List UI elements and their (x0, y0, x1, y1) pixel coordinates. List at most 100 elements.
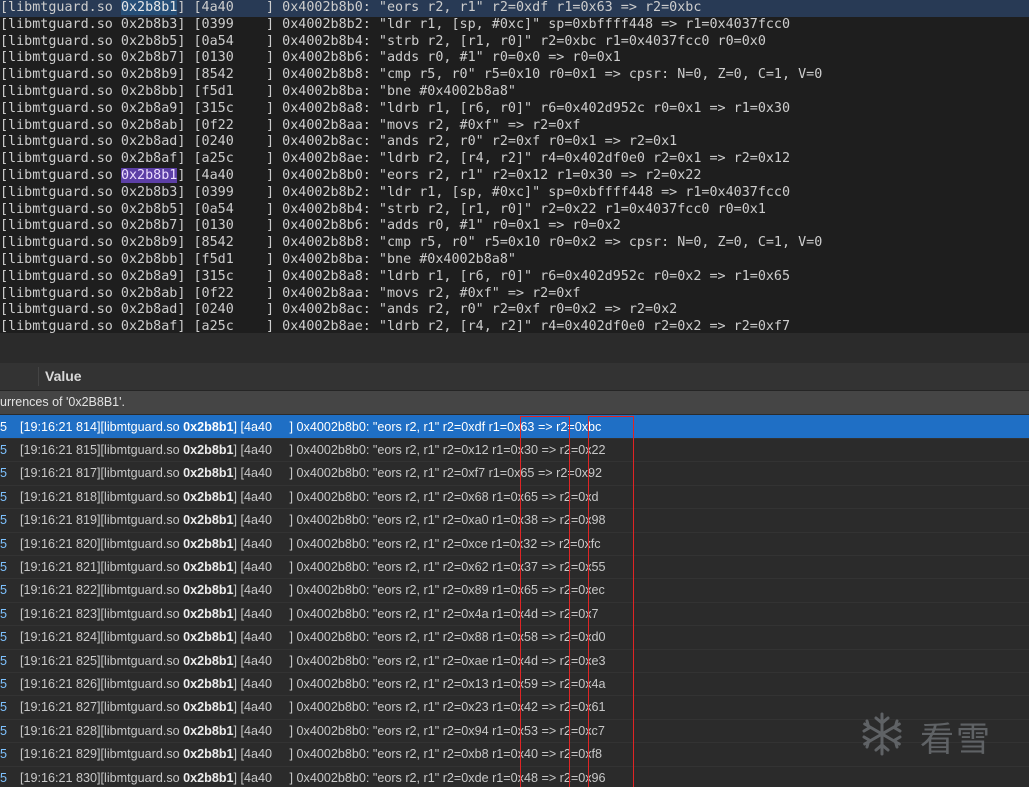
result-row-number: 5 (0, 606, 8, 621)
trace-line-text: [libmtguard.so 0x2b8b5] [0a54 ] 0x4002b8… (0, 33, 766, 49)
result-timestamp: [19:16:21 821] (20, 559, 101, 574)
trace-line[interactable]: [libmtguard.so 0x2b8b3] [0399 ] 0x4002b8… (0, 185, 1029, 202)
result-instruction: ] [4a40 ] 0x4002b8b0: "eors r2, r1" (233, 606, 443, 621)
trace-line[interactable]: [libmtguard.so 0x2b8ad] [0240 ] 0x4002b8… (0, 134, 1029, 151)
column-header-value[interactable]: Value (45, 368, 82, 384)
result-r1-value: r1=0x48 (488, 770, 538, 785)
result-output-value: => r2=0xd0 (537, 630, 606, 645)
trace-line[interactable]: [libmtguard.so 0x2b8b7] [0130 ] 0x4002b8… (0, 50, 1029, 67)
result-match-address: 0x2b8b1 (183, 513, 234, 528)
trace-line-text: [libmtguard.so 0x2b8ab] [0f22 ] 0x4002b8… (0, 285, 581, 301)
result-r1-value: r1=0x32 (487, 536, 538, 551)
trace-line[interactable]: [libmtguard.so 0x2b8b1] [4a40 ] 0x4002b8… (0, 0, 1029, 17)
result-row-number: 5 (0, 583, 8, 598)
result-module: [libmtguard.so (100, 747, 184, 762)
column-divider[interactable] (38, 367, 39, 386)
result-timestamp: [19:16:21 824] (20, 630, 101, 645)
trace-line-text: [libmtguard.so (0, 168, 121, 183)
trace-line[interactable]: [libmtguard.so 0x2b8b3] [0399 ] 0x4002b8… (0, 17, 1029, 34)
result-row-text: [19:16:21 818][libmtguard.so 0x2b8b1] [4… (20, 486, 599, 509)
result-output-value: => r2=0x61 (537, 700, 606, 715)
result-module: [libmtguard.so (100, 770, 184, 785)
result-row[interactable]: 5 [19:16:21 822][libmtguard.so 0x2b8b1] [… (0, 578, 1029, 601)
result-r1-value: r1=0x59 (488, 676, 538, 691)
trace-line[interactable]: [libmtguard.so 0x2b8b5] [0a54 ] 0x4002b8… (0, 202, 1029, 219)
result-row[interactable]: 5 [19:16:21 819][libmtguard.so 0x2b8b1] [… (0, 508, 1029, 531)
result-row-number: 5 (0, 513, 8, 528)
result-r2-value: r2=0xa0 (442, 513, 489, 528)
result-module: [libmtguard.so (100, 723, 184, 738)
result-row[interactable]: 5 [19:16:21 818][libmtguard.so 0x2b8b1] [… (0, 484, 1029, 509)
watermark-text: 看雪 (920, 720, 992, 760)
trace-line-text: [libmtguard.so 0x2b8ad] [0240 ] 0x4002b8… (0, 134, 678, 150)
trace-line[interactable]: [libmtguard.so 0x2b8b1] [4a40 ] 0x4002b8… (0, 168, 1029, 185)
result-module: [libmtguard.so (100, 700, 184, 715)
result-row[interactable]: 5 [19:16:21 821][libmtguard.so 0x2b8b1] [… (0, 554, 1029, 579)
results-column-header: Value (0, 363, 1029, 391)
result-match-address: 0x2b8b1 (183, 676, 234, 691)
result-output-value: => r2=0x98 (537, 513, 606, 528)
trace-line[interactable]: [libmtguard.so 0x2b8af] [a25c ] 0x4002b8… (0, 319, 1029, 333)
result-output-value: => r2=0x55 (537, 559, 606, 574)
search-match-highlight: 0x2b8b1 (120, 0, 178, 15)
result-row-text: [19:16:21 822][libmtguard.so 0x2b8b1] [4… (20, 579, 605, 602)
result-row-text: [19:16:21 826][libmtguard.so 0x2b8b1] [4… (20, 673, 606, 696)
result-timestamp: [19:16:21 815] (20, 442, 101, 457)
trace-line[interactable]: [libmtguard.so 0x2b8b7] [0130 ] 0x4002b8… (0, 218, 1029, 235)
result-r2-value: r2=0xce (442, 536, 488, 551)
result-module: [libmtguard.so (100, 606, 184, 621)
trace-line[interactable]: [libmtguard.so 0x2b8a9] [315c ] 0x4002b8… (0, 269, 1029, 286)
result-module: [libmtguard.so (100, 513, 184, 528)
search-summary-text: urrences of '0x2B8B1'. (0, 395, 125, 409)
result-r2-value: r2=0xf7 (442, 466, 486, 481)
trace-editor[interactable]: [libmtguard.so 0x2b8b1] [4a40 ] 0x4002b8… (0, 0, 1029, 333)
panel-splitter[interactable] (0, 333, 1029, 363)
result-row[interactable]: 5 [19:16:21 820][libmtguard.so 0x2b8b1] [… (0, 531, 1029, 555)
result-module: [libmtguard.so (100, 583, 184, 598)
trace-line[interactable]: [libmtguard.so 0x2b8bb] [f5d1 ] 0x4002b8… (0, 84, 1029, 101)
trace-line-text: [libmtguard.so 0x2b8b9] [8542 ] 0x4002b8… (0, 235, 823, 251)
result-r2-value: r2=0xb8 (442, 747, 489, 762)
result-timestamp: [19:16:21 817] (20, 466, 101, 481)
trace-line[interactable]: [libmtguard.so 0x2b8b5] [0a54 ] 0x4002b8… (0, 34, 1029, 51)
result-row[interactable]: 5 [19:16:21 823][libmtguard.so 0x2b8b1] [… (0, 601, 1029, 625)
trace-line[interactable]: [libmtguard.so 0x2b8b9] [8542 ] 0x4002b8… (0, 67, 1029, 84)
result-row[interactable]: 5 [19:16:21 830][libmtguard.so 0x2b8b1] [… (0, 765, 1029, 787)
result-row[interactable]: 5 [19:16:21 825][libmtguard.so 0x2b8b1] [… (0, 648, 1029, 672)
result-match-address: 0x2b8b1 (183, 700, 234, 715)
trace-line[interactable]: [libmtguard.so 0x2b8a9] [315c ] 0x4002b8… (0, 101, 1029, 118)
result-output-value: => r2=0x96 (537, 770, 606, 785)
result-row-number: 5 (0, 723, 8, 738)
trace-line[interactable]: [libmtguard.so 0x2b8bb] [f5d1 ] 0x4002b8… (0, 252, 1029, 269)
trace-line-text: [libmtguard.so 0x2b8a9] [315c ] 0x4002b8… (0, 268, 791, 284)
trace-line[interactable]: [libmtguard.so 0x2b8ab] [0f22 ] 0x4002b8… (0, 286, 1029, 303)
trace-line-text: [libmtguard.so 0x2b8af] [a25c ] 0x4002b8… (0, 319, 791, 333)
result-timestamp: [19:16:21 825] (20, 653, 101, 668)
result-row[interactable]: 5 [19:16:21 826][libmtguard.so 0x2b8b1] [… (0, 671, 1029, 696)
trace-line[interactable]: [libmtguard.so 0x2b8ab] [0f22 ] 0x4002b8… (0, 118, 1029, 135)
trace-line[interactable]: [libmtguard.so 0x2b8ad] [0240 ] 0x4002b8… (0, 302, 1029, 319)
result-row-number: 5 (0, 536, 8, 551)
trace-line[interactable]: [libmtguard.so 0x2b8b9] [8542 ] 0x4002b8… (0, 235, 1029, 252)
result-module: [libmtguard.so (100, 676, 184, 691)
result-row-text: [19:16:21 815][libmtguard.so 0x2b8b1] [4… (20, 439, 606, 462)
trace-line-text: [libmtguard.so 0x2b8b5] [0a54 ] 0x4002b8… (0, 201, 766, 217)
result-row[interactable]: 5 [19:16:21 824][libmtguard.so 0x2b8b1] [… (0, 625, 1029, 648)
result-row[interactable]: 5 [19:16:21 817][libmtguard.so 0x2b8b1] [… (0, 461, 1029, 484)
result-r1-value: r1=0x42 (488, 700, 538, 715)
result-row-text: [19:16:21 814][libmtguard.so 0x2b8b1] [4… (20, 416, 601, 439)
result-row-text: [19:16:21 821][libmtguard.so 0x2b8b1] [4… (20, 556, 606, 579)
result-instruction: ] [4a40 ] 0x4002b8b0: "eors r2, r1" (233, 700, 443, 715)
result-timestamp: [19:16:21 828] (20, 723, 101, 738)
search-summary-bar: urrences of '0x2B8B1'. (0, 391, 1029, 414)
result-row[interactable]: 5 [19:16:21 815][libmtguard.so 0x2b8b1] [… (0, 437, 1029, 462)
result-match-address: 0x2b8b1 (183, 442, 234, 457)
result-timestamp: [19:16:21 820] (20, 536, 101, 551)
result-r2-value: r2=0x62 (442, 559, 489, 574)
trace-line[interactable]: [libmtguard.so 0x2b8af] [a25c ] 0x4002b8… (0, 151, 1029, 168)
result-match-address: 0x2b8b1 (183, 489, 234, 504)
result-row[interactable]: 5 [19:16:21 814][libmtguard.so 0x2b8b1] [… (0, 414, 1029, 439)
result-timestamp: [19:16:21 830] (20, 770, 101, 785)
result-match-address: 0x2b8b1 (183, 630, 234, 645)
result-match-address: 0x2b8b1 (183, 419, 234, 434)
